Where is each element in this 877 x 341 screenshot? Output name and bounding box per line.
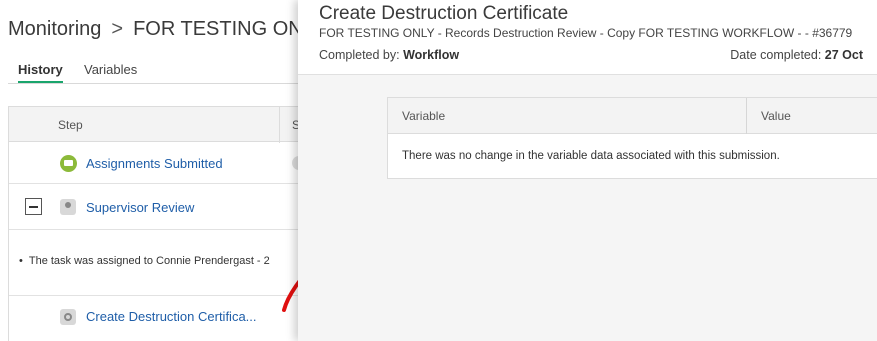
breadcrumb-root[interactable]: Monitoring bbox=[8, 18, 101, 40]
table-row: Assignments Submitted bbox=[9, 142, 309, 184]
history-table: Step S Assignments Submitted Supervisor … bbox=[8, 106, 309, 341]
user-icon bbox=[60, 199, 76, 215]
panel-subtitle: FOR TESTING ONLY - Records Destruction R… bbox=[319, 26, 853, 40]
tab-variables[interactable]: Variables bbox=[84, 62, 137, 77]
date-completed: Date completed: 27 Oct bbox=[730, 48, 863, 62]
detail-panel: Create Destruction Certificate FOR TESTI… bbox=[298, 0, 877, 341]
tab-history[interactable]: History bbox=[18, 62, 63, 83]
step-link-create-destruction-certificate[interactable]: Create Destruction Certifica... bbox=[86, 309, 257, 324]
column-divider bbox=[746, 98, 747, 134]
table-row: Create Destruction Certifica... bbox=[9, 296, 309, 341]
panel-title: Create Destruction Certificate bbox=[319, 3, 569, 24]
step-link-assignments-submitted[interactable]: Assignments Submitted bbox=[86, 156, 223, 171]
detail-panel-header: Create Destruction Certificate FOR TESTI… bbox=[298, 0, 877, 75]
completed-by-label: Completed by: bbox=[319, 48, 400, 62]
table-row: The task was assigned to Connie Prenderg… bbox=[9, 230, 309, 296]
mail-icon bbox=[60, 155, 77, 172]
completed-by: Completed by: Workflow bbox=[319, 48, 459, 62]
date-completed-value: 27 Oct bbox=[824, 48, 863, 62]
table-row: Supervisor Review bbox=[9, 184, 309, 230]
breadcrumb: Monitoring > FOR TESTING ONLY bbox=[8, 18, 326, 41]
empty-state-message: There was no change in the variable data… bbox=[402, 150, 780, 162]
column-header-value: Value bbox=[761, 109, 791, 123]
date-completed-label: Date completed: bbox=[730, 48, 822, 62]
gear-icon bbox=[60, 309, 76, 325]
variables-table-header: Variable Value bbox=[388, 98, 877, 134]
column-header-variable: Variable bbox=[402, 109, 446, 123]
breadcrumb-current: FOR TESTING ONLY bbox=[133, 18, 326, 40]
history-table-header: Step S bbox=[9, 106, 309, 143]
breadcrumb-separator: > bbox=[111, 18, 124, 40]
variables-table: Variable Value There was no change in th… bbox=[387, 97, 877, 179]
step-link-supervisor-review[interactable]: Supervisor Review bbox=[86, 200, 194, 215]
completed-by-value: Workflow bbox=[403, 48, 460, 62]
column-divider bbox=[279, 107, 280, 143]
tab-bar: History Variables bbox=[8, 60, 308, 84]
column-header-step: Step bbox=[58, 118, 83, 132]
task-assignment-detail: The task was assigned to Connie Prenderg… bbox=[19, 255, 270, 267]
collapse-icon[interactable] bbox=[25, 198, 42, 215]
